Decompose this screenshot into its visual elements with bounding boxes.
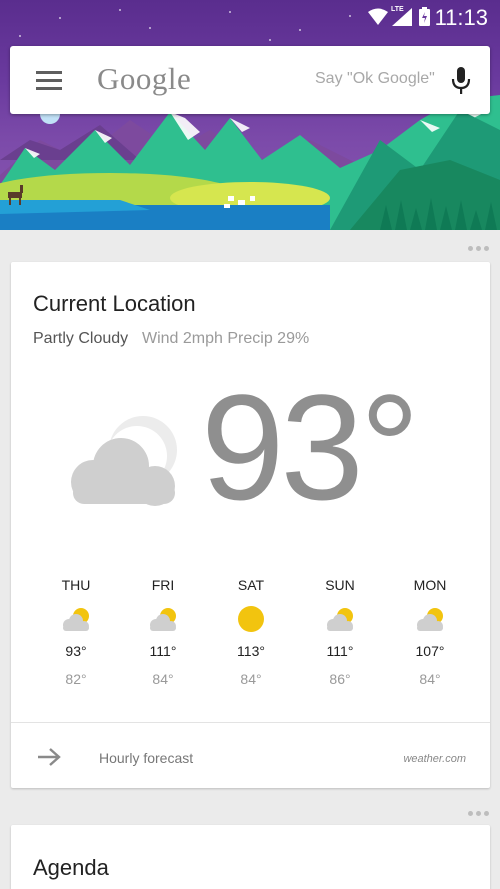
forecast-low: 82° <box>65 671 87 687</box>
forecast-day: MON 107° 84° <box>390 577 470 687</box>
forecast-day-name: THU <box>61 577 91 593</box>
status-bar: LTE 11:13 <box>0 0 500 34</box>
agenda-card[interactable]: Agenda <box>11 825 490 889</box>
forecast-low: 84° <box>240 671 262 687</box>
arrow-right-icon <box>38 748 61 766</box>
hourly-forecast-link[interactable]: Hourly forecast weather.com <box>11 723 490 788</box>
weather-card-overflow-icon[interactable] <box>468 246 489 251</box>
weather-condition: Partly Cloudy <box>33 330 129 347</box>
forecast-day: FRI 111° 84° <box>123 577 203 687</box>
forecast-day-name: MON <box>413 577 447 593</box>
forecast-high: 113° <box>237 643 265 659</box>
forecast-high: 93° <box>65 643 87 659</box>
partly-cloudy-icon <box>300 597 380 641</box>
weather-card[interactable]: Current Location Partly Cloudy Wind 2mph… <box>11 262 490 788</box>
forecast-high: 111° <box>326 643 354 659</box>
partly-cloudy-icon <box>36 597 116 641</box>
forecast-day: SUN 111° 86° <box>300 577 380 687</box>
voice-hint[interactable]: Say "Ok Google" <box>315 70 435 88</box>
search-bar[interactable]: Google Say "Ok Google" <box>10 46 490 114</box>
forecast-day: SAT 113° 84° <box>211 577 291 687</box>
agenda-title: Agenda <box>33 855 109 880</box>
location-title: Current Location <box>33 291 196 316</box>
forecast-day-name: SUN <box>325 577 355 593</box>
battery-icon <box>419 7 430 26</box>
wifi-icon <box>368 8 388 25</box>
forecast-low: 86° <box>329 671 351 687</box>
weather-details: Wind 2mph Precip 29% <box>142 330 310 347</box>
header-illustration <box>0 0 500 230</box>
forecast-day-name: FRI <box>151 577 175 593</box>
partly-cloudy-large-icon <box>71 416 177 506</box>
forecast-day-name: SAT <box>237 577 265 593</box>
current-temperature: 93° <box>201 363 420 531</box>
weather-source[interactable]: weather.com <box>403 753 466 765</box>
landscape-illustration <box>0 9 500 230</box>
menu-icon[interactable] <box>36 71 62 91</box>
microphone-icon[interactable] <box>450 66 472 96</box>
google-logo: Google <box>97 61 192 96</box>
forecast-high: 107° <box>415 643 445 659</box>
clock: 11:13 <box>434 5 488 30</box>
forecast-low: 84° <box>419 671 441 687</box>
partly-cloudy-icon <box>123 597 203 641</box>
agenda-card-overflow-icon[interactable] <box>468 811 489 816</box>
forecast-high: 111° <box>149 643 177 659</box>
forecast-row: THU 93° 82° FRI 111° 84° SAT 113° 84° SU… <box>11 577 490 707</box>
hourly-forecast-label: Hourly forecast <box>99 750 194 766</box>
forecast-day: THU 93° 82° <box>36 577 116 687</box>
sunny-icon <box>211 597 291 641</box>
partly-cloudy-icon <box>390 597 470 641</box>
forecast-low: 84° <box>152 671 174 687</box>
network-type: LTE <box>391 6 404 13</box>
